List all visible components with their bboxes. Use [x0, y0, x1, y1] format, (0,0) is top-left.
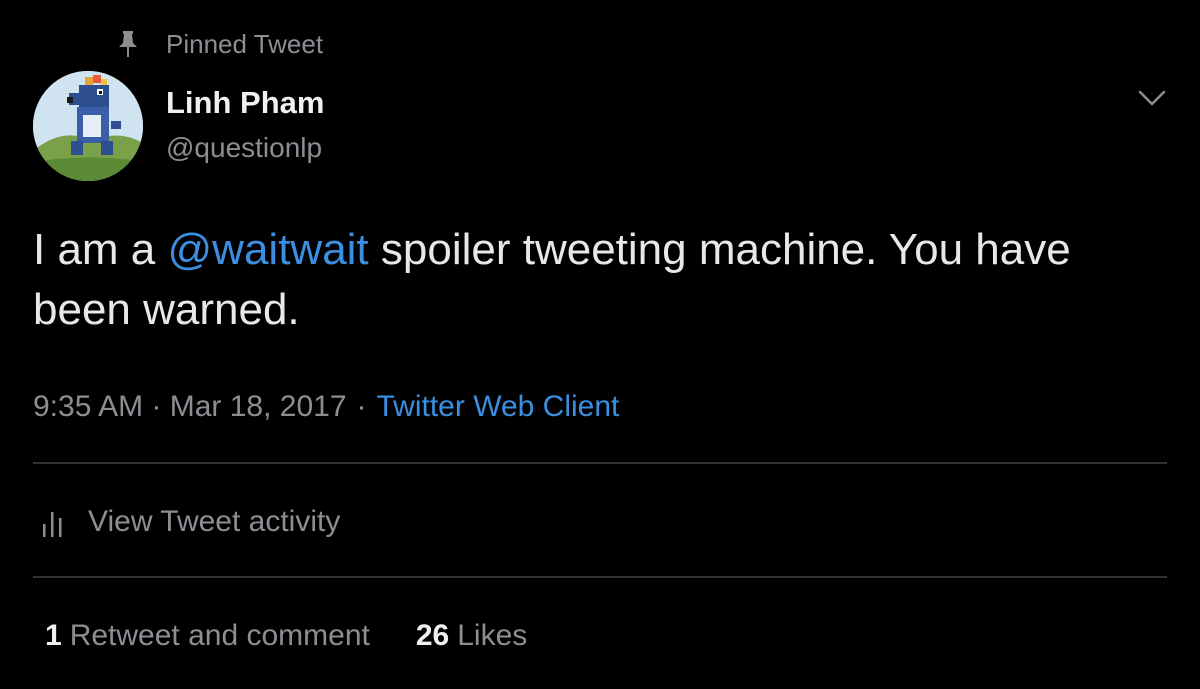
retweets-label: Retweet and comment — [69, 619, 370, 652]
likes-count: 26 — [415, 619, 450, 652]
pin-icon — [116, 29, 140, 59]
likes-label: Likes — [457, 619, 528, 652]
tweet-stats: 1 Retweet and comment 26 Likes — [45, 614, 527, 658]
pinned-tweet-indicator: Pinned Tweet — [116, 26, 323, 62]
meta-separator: · — [356, 390, 367, 423]
retweets-count: 1 — [45, 619, 62, 652]
mention-link[interactable]: @waitwait — [168, 225, 369, 274]
user-display-name[interactable]: Linh Pham — [166, 84, 324, 122]
bar-chart-icon — [40, 504, 68, 540]
tweet-text: I am a @waitwait spoiler tweeting machin… — [33, 220, 1153, 340]
likes-stat[interactable]: 26 Likes — [416, 619, 527, 653]
user-handle[interactable]: @questionlp — [166, 130, 322, 166]
view-tweet-activity-label: View Tweet activity — [88, 505, 341, 538]
retweets-stat[interactable]: 1 Retweet and comment — [45, 619, 370, 653]
tweet-timestamp[interactable]: 9:35 AM · Mar 18, 2017 — [33, 390, 347, 424]
tweet-meta: 9:35 AM · Mar 18, 2017 · Twitter Web Cli… — [33, 386, 619, 428]
tweet-source-link[interactable]: Twitter Web Client — [377, 390, 620, 424]
divider — [33, 462, 1167, 464]
chevron-down-icon[interactable] — [1136, 86, 1168, 110]
avatar[interactable] — [33, 71, 143, 181]
pinned-label: Pinned Tweet — [166, 28, 324, 59]
divider — [33, 576, 1167, 578]
view-tweet-activity-button[interactable]: View Tweet activity — [40, 500, 340, 544]
tweet-text-before: I am a — [33, 225, 168, 274]
